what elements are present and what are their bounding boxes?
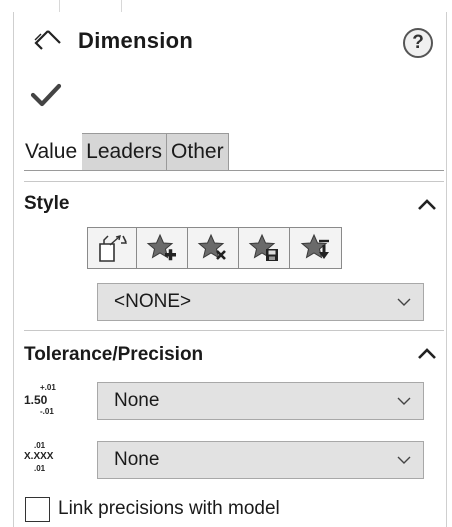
panel-right-frame xyxy=(446,0,452,527)
property-manager-panel: Dimension ? Value Leaders Other Style <N… xyxy=(0,0,452,527)
load-style-button[interactable] xyxy=(290,227,342,269)
section-divider xyxy=(24,330,444,331)
panel-header: Dimension ? xyxy=(24,22,444,62)
tolerance-type-value: None xyxy=(114,390,160,411)
chevron-down-icon xyxy=(397,397,411,405)
tolerance-section-title: Tolerance/Precision xyxy=(24,344,204,365)
ok-checkmark-icon[interactable] xyxy=(30,82,62,108)
tab-other[interactable]: Other xyxy=(167,133,229,171)
apply-default-attributes-button[interactable] xyxy=(87,227,137,269)
tolerance-type-select[interactable]: None xyxy=(97,382,424,420)
tab-value[interactable]: Value xyxy=(24,133,83,171)
primary-unit-precision-icon: .01 X.XXX .01 xyxy=(24,441,54,473)
precision-value: None xyxy=(114,449,160,470)
collapse-style-caret-icon[interactable] xyxy=(414,195,440,215)
chevron-down-icon xyxy=(397,298,411,306)
add-style-button[interactable] xyxy=(137,227,188,269)
help-button[interactable]: ? xyxy=(403,28,433,58)
dimension-icon xyxy=(34,30,61,50)
panel-left-frame xyxy=(0,0,14,527)
style-select-value: <NONE> xyxy=(114,291,192,312)
tolerance-type-icon: +.01 1.50 -.01 xyxy=(24,383,56,416)
apply-default-attributes-icon xyxy=(99,235,127,262)
collapse-tolerance-caret-icon[interactable] xyxy=(414,344,440,364)
link-precisions-checkbox[interactable] xyxy=(25,497,50,522)
top-tab-strip xyxy=(0,0,452,12)
top-strip-tab[interactable] xyxy=(0,0,60,12)
precision-select[interactable]: None xyxy=(97,441,424,479)
chevron-down-icon xyxy=(397,456,411,464)
section-divider xyxy=(24,181,444,182)
delete-style-button[interactable] xyxy=(188,227,239,269)
style-section-title: Style xyxy=(24,193,70,214)
tab-bar-divider xyxy=(24,170,444,171)
link-precisions-label[interactable]: Link precisions with model xyxy=(58,496,280,522)
top-strip-tab[interactable] xyxy=(60,0,122,12)
save-style-button[interactable] xyxy=(239,227,290,269)
load-style-icon xyxy=(300,233,329,259)
add-style-icon xyxy=(146,233,176,261)
style-button-row xyxy=(87,227,342,269)
style-select[interactable]: <NONE> xyxy=(97,283,424,321)
delete-style-icon xyxy=(197,233,226,260)
panel-title: Dimension xyxy=(78,28,194,53)
save-style-icon xyxy=(248,233,278,261)
tab-bar: Value Leaders Other xyxy=(24,133,229,171)
tab-leaders[interactable]: Leaders xyxy=(82,133,168,171)
